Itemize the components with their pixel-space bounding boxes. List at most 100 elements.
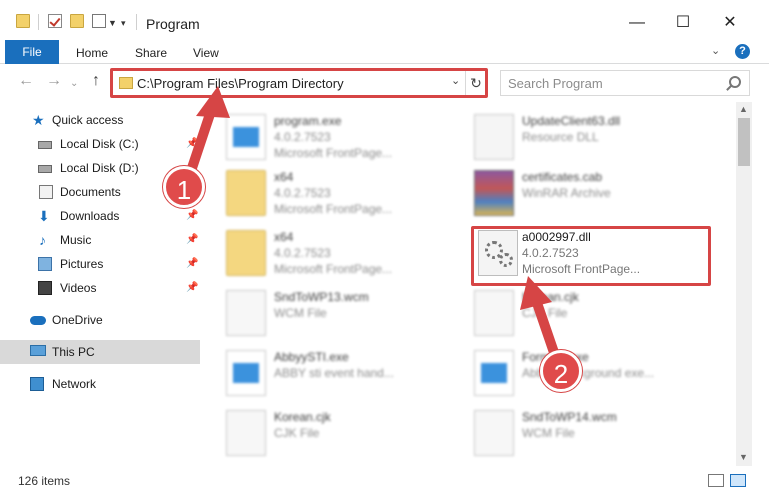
file-type: CJK File [522,306,568,320]
cloud-icon [30,316,46,325]
help-icon[interactable]: ? [735,44,750,59]
file-version: 4.0.2.7523 [274,130,331,144]
file-description: ABBY sti event hand... [274,366,394,380]
file-icon [474,410,514,456]
forward-button[interactable]: → [46,72,62,90]
scroll-thumb[interactable] [738,118,750,166]
explorer-window: { "titlebar": { "title": "Program", "min… [0,0,769,504]
file-name: AbbyySTI.exe [274,350,349,364]
list-item[interactable]: UpdateClient63.dll Resource DLL [448,108,698,164]
search-input[interactable]: Search Program [500,70,750,96]
archive-icon [474,170,514,216]
properties-check-icon[interactable] [48,14,62,28]
pin-icon[interactable]: 📌 [186,252,198,276]
file-icon [226,290,266,336]
file-name: SndToWP14.wcm [522,410,617,424]
document-icon [39,185,53,199]
list-item[interactable]: Korean.cjk CJK File [448,284,698,340]
file-name: x64 [274,170,294,184]
close-button[interactable]: ✕ [707,8,753,38]
pin-icon[interactable]: 📌 [186,228,198,252]
file-highlight [471,226,711,286]
tab-home[interactable]: Home [76,46,108,60]
file-name: certificates.cab [522,170,603,184]
file-company: Microsoft FrontPage... [274,262,393,276]
view-options-icon[interactable] [92,14,106,28]
item-count: 126 items [18,474,71,488]
search-icon [729,76,741,88]
list-item[interactable]: certificates.cab WinRAR Archive [448,164,698,220]
file-name: SndToWP13.wcm [274,290,369,304]
step-badge-1: 1 [163,166,205,208]
vertical-scrollbar[interactable]: ▲ ▼ [736,102,752,466]
sidebar-item-videos[interactable]: Videos 📌 [0,276,200,300]
separator [136,14,137,30]
up-button[interactable]: ↑ [92,72,100,90]
file-type: WinRAR Archive [522,186,611,200]
exe-icon [226,350,266,396]
sidebar-item-label: Downloads [60,209,120,223]
list-item[interactable]: x64 4.0.2.7523 Microsoft FrontPage... [200,224,450,280]
sidebar-item-pictures[interactable]: Pictures 📌 [0,252,200,276]
details-view-icon[interactable] [708,474,724,487]
list-item[interactable]: Korean.cjk CJK File [200,404,450,460]
scroll-down-icon[interactable]: ▼ [739,452,748,462]
tab-view[interactable]: View [193,46,219,60]
disk-icon [38,141,52,149]
star-icon: ★ [32,112,45,128]
music-icon: ♪ [39,232,46,248]
sidebar-item-music[interactable]: ♪ Music 📌 [0,228,200,252]
sidebar-item-onedrive[interactable]: OneDrive [0,308,200,332]
disk-icon [38,165,52,173]
chevron-down-icon[interactable]: ▼ [108,18,117,28]
new-folder-icon[interactable] [70,14,84,28]
file-icon [474,290,514,336]
recent-locations-icon[interactable]: ⌄ [70,78,78,89]
file-type: WCM File [522,426,575,440]
videos-icon [38,281,52,295]
pin-icon[interactable]: 📌 [186,276,198,300]
sidebar-item-this-pc[interactable]: This PC [0,340,200,364]
file-name: Korean.cjk [274,410,331,424]
ribbon-expand-icon[interactable]: ⌄ [711,44,720,57]
list-item[interactable]: SndToWP13.wcm WCM File [200,284,450,340]
tiles-view-icon[interactable] [730,474,746,487]
folder-icon [226,170,266,216]
file-name: x64 [274,230,294,244]
separator [38,14,39,30]
download-icon: ⬇ [38,208,50,224]
exe-icon [474,350,514,396]
sidebar-item-label: Local Disk (C:) [60,137,139,151]
step-badge-2: 2 [540,350,582,392]
status-bar: 126 items [0,468,769,492]
list-item[interactable]: AbbyySTI.exe ABBY sti event hand... [200,344,450,400]
file-version: 4.0.2.7523 [274,186,331,200]
sidebar-item-label: Pictures [60,257,104,271]
minimize-button[interactable]: — [614,8,660,38]
navigation-pane: ★ Quick access Local Disk (C:) 📌 Local D… [0,102,200,466]
maximize-button[interactable]: ☐ [660,8,706,38]
list-item[interactable]: SndToWP14.wcm WCM File [448,404,698,460]
sidebar-item-label: Documents [60,185,121,199]
sidebar-item-network[interactable]: Network [0,372,200,396]
back-button[interactable]: ← [18,72,34,90]
sidebar-item-downloads[interactable]: ⬇ Downloads 📌 [0,204,200,228]
tab-share[interactable]: Share [135,46,167,60]
file-name: Korean.cjk [522,290,579,304]
folder-icon [226,230,266,276]
dll-icon [474,114,514,160]
computer-icon [30,345,46,356]
list-item[interactable]: x64 4.0.2.7523 Microsoft FrontPage... [200,164,450,220]
customize-toolbar-icon[interactable]: ▾ [121,18,126,29]
scroll-up-icon[interactable]: ▲ [739,104,748,114]
sidebar-item-quick-access[interactable]: ★ Quick access [0,108,200,132]
pin-icon[interactable]: 📌 [186,132,198,156]
search-placeholder: Search Program [508,76,603,91]
file-type: WCM File [274,306,327,320]
sidebar-item-local-disk-c[interactable]: Local Disk (C:) 📌 [0,132,200,156]
file-type: CJK File [274,426,320,440]
tab-file[interactable]: File [5,40,59,64]
list-item[interactable]: program.exe 4.0.2.7523 Microsoft FrontPa… [200,108,450,164]
exe-icon [226,114,266,160]
file-version: 4.0.2.7523 [274,246,331,260]
